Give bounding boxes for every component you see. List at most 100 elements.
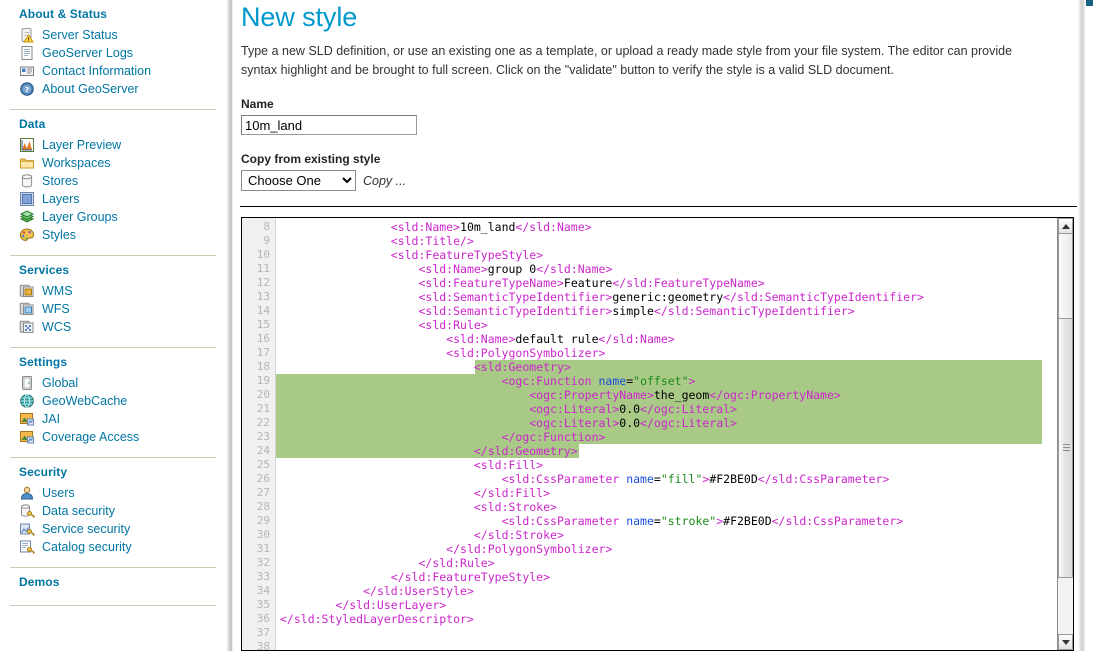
sidebar-item-workspaces[interactable]: Workspaces (0, 154, 226, 172)
code-token-txt: default rule (515, 332, 598, 346)
sld-code-editor[interactable]: 8910111213141516171819202122232425262728… (241, 217, 1074, 651)
copy-from-select[interactable]: Choose One (241, 170, 356, 191)
wfs-service-icon (19, 301, 35, 317)
copy-link[interactable]: Copy ... (363, 174, 406, 188)
code-token-txt (280, 276, 418, 290)
sidebar-item-label: WMS (42, 284, 73, 298)
sidebar-item-contact-information[interactable]: Contact Information (0, 62, 226, 80)
sidebar-item-catalog-security[interactable]: Catalog security (0, 538, 226, 556)
code-line[interactable]: </sld:PolygonSymbolizer> (276, 542, 1073, 556)
code-line[interactable]: </sld:Geometry> (276, 444, 1073, 458)
sidebar-item-layers[interactable]: Layers (0, 190, 226, 208)
sidebar-item-users[interactable]: Users (0, 484, 226, 502)
code-line[interactable]: </sld:Stroke> (276, 528, 1073, 542)
code-line[interactable]: <sld:FeatureTypeStyle> (276, 248, 1073, 262)
server-status-icon (19, 27, 35, 43)
sidebar-item-wfs[interactable]: WFS (0, 300, 226, 318)
sidebar-item-layer-groups[interactable]: Layer Groups (0, 208, 226, 226)
right-margin (1086, 6, 1093, 651)
sidebar-item-layer-preview[interactable]: Layer Preview (0, 136, 226, 154)
code-token-tag: <sld:SemanticTypeIdentifier> (418, 290, 612, 304)
code-line[interactable]: <sld:Stroke> (276, 500, 1073, 514)
code-line[interactable]: <sld:Rule> (276, 318, 1073, 332)
code-token-tag: </ogc:Literal> (640, 402, 737, 416)
globe-icon (19, 393, 35, 409)
line-number: 26 (242, 472, 275, 486)
sidebar-item-data-security[interactable]: Data security (0, 502, 226, 520)
code-token-txt: Feature (564, 276, 612, 290)
code-token-tag: <sld:FeatureTypeStyle> (391, 248, 543, 262)
code-line[interactable]: <sld:Name>group 0</sld:Name> (276, 262, 1073, 276)
section-divider (240, 206, 1077, 207)
sidebar-item-label: WFS (42, 302, 70, 316)
line-number: 36 (242, 612, 275, 626)
code-token-txt (280, 598, 335, 612)
code-token-txt: = (654, 472, 661, 486)
sidebar-item-wms[interactable]: WMS (0, 282, 226, 300)
user-icon (19, 485, 35, 501)
sidebar-group-title: Security (0, 458, 226, 484)
line-number: 21 (242, 402, 275, 416)
code-token-txt (280, 542, 446, 556)
sidebar-item-server-status[interactable]: Server Status (0, 26, 226, 44)
code-token-txt (280, 570, 391, 584)
wms-service-icon (19, 283, 35, 299)
code-line[interactable]: <sld:Name>default rule</sld:Name> (276, 332, 1073, 346)
code-line[interactable]: <sld:Name>10m_land</sld:Name> (276, 220, 1073, 234)
sidebar-group-security: SecurityUsersData security Service securi… (0, 458, 226, 560)
code-token-txt (280, 318, 418, 332)
code-line[interactable]: <sld:SemanticTypeIdentifier>generic:geom… (276, 290, 1073, 304)
code-token-txt: 10m_land (460, 220, 515, 234)
code-line[interactable]: </sld:UserLayer> (276, 598, 1073, 612)
code-line[interactable]: <sld:PolygonSymbolizer> (276, 346, 1073, 360)
code-line[interactable] (276, 626, 1073, 640)
sidebar-item-coverage-access[interactable]: Coverage Access (0, 428, 226, 446)
code-line[interactable]: </sld:Rule> (276, 556, 1073, 570)
coverage-access-icon (19, 429, 35, 445)
line-number: 27 (242, 486, 275, 500)
code-line[interactable]: </sld:StyledLayerDescriptor> (276, 612, 1073, 626)
code-line[interactable]: <sld:CssParameter name="stroke">#F2BE0D<… (276, 514, 1073, 528)
code-token-txt (280, 360, 474, 374)
sidebar-item-styles[interactable]: Styles (0, 226, 226, 244)
code-token-tag: <sld:SemanticTypeIdentifier> (418, 304, 612, 318)
sidebar-item-label: GeoServer Logs (42, 46, 133, 60)
code-line[interactable]: <sld:FeatureTypeName>Feature</sld:Featur… (276, 276, 1073, 290)
scroll-down-arrow-icon[interactable] (1058, 634, 1073, 650)
line-number: 16 (242, 332, 275, 346)
code-line[interactable]: <sld:CssParameter name="fill">#F2BE0D</s… (276, 472, 1073, 486)
sidebar-item-stores[interactable]: Stores (0, 172, 226, 190)
code-line[interactable]: <sld:Title/> (276, 234, 1073, 248)
scrollbar-track-upper[interactable] (1058, 234, 1073, 318)
line-number: 17 (242, 346, 275, 360)
sidebar-item-about-geoserver[interactable]: ?About GeoServer (0, 80, 226, 98)
sidebar-item-label: Service security (42, 522, 130, 536)
sidebar-item-geoserver-logs[interactable]: GeoServer Logs (0, 44, 226, 62)
editor-code-area[interactable]: <sld:Name>10m_land</sld:Name> <sld:Title… (276, 218, 1073, 650)
layer-preview-icon (19, 137, 35, 153)
sidebar-item-label: Styles (42, 228, 76, 242)
sidebar-item-global[interactable]: Global (0, 374, 226, 392)
editor-gutter: 8910111213141516171819202122232425262728… (242, 218, 276, 650)
code-line[interactable]: </sld:Fill> (276, 486, 1073, 500)
style-name-input[interactable] (241, 115, 417, 135)
code-token-tag: <ogc:Literal> (529, 402, 619, 416)
scrollbar-grip-icon (1063, 444, 1070, 453)
code-line[interactable]: <sld:Fill> (276, 458, 1073, 472)
code-line[interactable]: </sld:FeatureTypeStyle> (276, 570, 1073, 584)
sidebar-item-wcs[interactable]: WCS (0, 318, 226, 336)
sidebar-item-label: Server Status (42, 28, 118, 42)
code-token-tag: <sld:Rule> (418, 318, 487, 332)
scroll-up-arrow-icon[interactable] (1058, 218, 1073, 234)
layer-groups-icon (19, 209, 35, 225)
sidebar-item-service-security[interactable]: Service security (0, 520, 226, 538)
code-line[interactable] (276, 640, 1073, 650)
code-line[interactable]: <sld:SemanticTypeIdentifier>simple</sld:… (276, 304, 1073, 318)
scrollbar-thumb[interactable] (1058, 318, 1073, 578)
line-number: 37 (242, 626, 275, 640)
sidebar-item-jai[interactable]: JAI (0, 410, 226, 428)
editor-vertical-scrollbar[interactable] (1057, 218, 1073, 650)
sidebar-separator (10, 605, 216, 606)
sidebar-item-geowebcache[interactable]: GeoWebCache (0, 392, 226, 410)
code-line[interactable]: </sld:UserStyle> (276, 584, 1073, 598)
